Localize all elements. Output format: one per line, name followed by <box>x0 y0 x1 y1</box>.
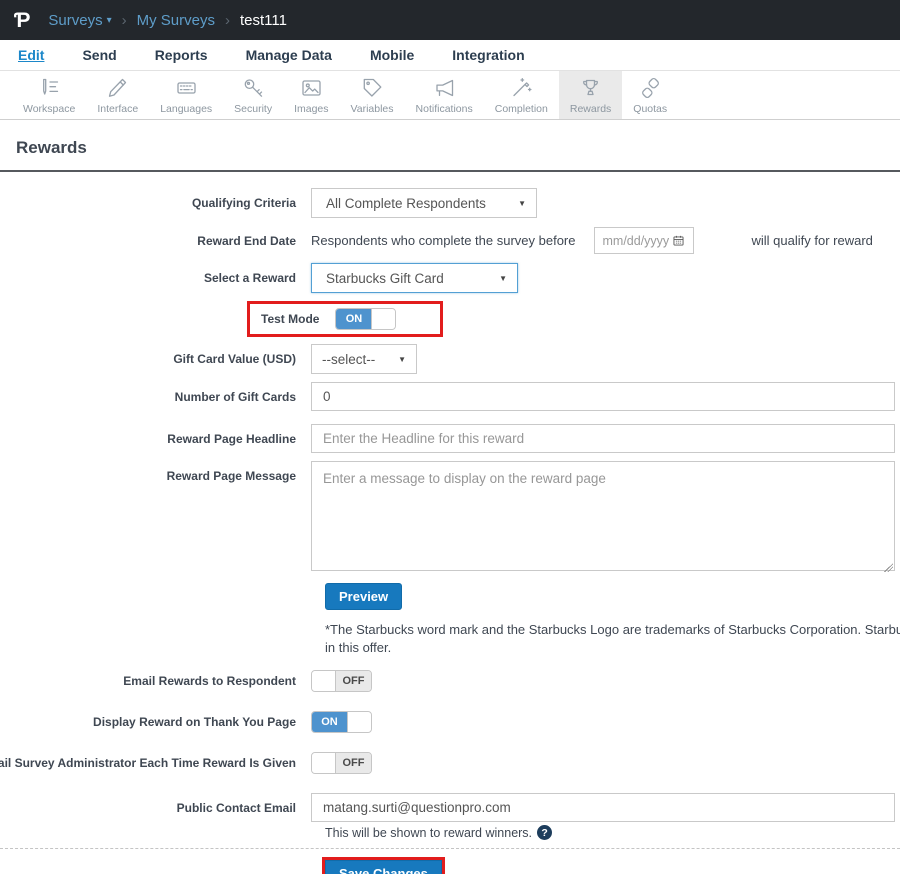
tab-send[interactable]: Send <box>82 47 116 63</box>
rewards-form: Qualifying Criteria All Complete Respond… <box>0 172 900 874</box>
row-qualifying-criteria: Qualifying Criteria All Complete Respond… <box>0 188 900 218</box>
languages-icon <box>177 82 196 94</box>
number-gift-cards-label: Number of Gift Cards <box>174 389 296 404</box>
completion-icon <box>513 78 532 97</box>
row-gift-card-value: Gift Card Value (USD) --select-- ▼ <box>0 344 900 374</box>
breadcrumb-surveys[interactable]: Surveys ▾ <box>48 12 111 29</box>
toolbar-item-security[interactable]: Security <box>223 71 283 119</box>
row-email-admin: Email Survey Administrator Each Time Rew… <box>0 752 900 775</box>
row-test-mode: Test Mode ON <box>0 301 900 337</box>
select-reward-label: Select a Reward <box>203 271 296 285</box>
rewards-icon <box>583 79 599 96</box>
email-rewards-toggle[interactable]: OFF <box>311 670 372 693</box>
reward-headline-label: Reward Page Headline <box>167 431 296 446</box>
test-mode-highlight-box: Test Mode ON <box>247 301 444 337</box>
toolbar-item-workspace[interactable]: Workspace <box>12 71 86 119</box>
qualifying-criteria-label: Qualifying Criteria <box>191 196 296 210</box>
row-display-reward: Display Reward on Thank You Page ON <box>0 711 900 734</box>
security-icon <box>244 79 262 97</box>
notifications-icon <box>435 79 453 97</box>
reward-message-textarea[interactable] <box>311 461 895 571</box>
images-icon <box>302 80 321 96</box>
test-mode-label: Test Mode <box>261 312 320 326</box>
footer-divider <box>0 848 900 850</box>
page-title: Rewards <box>16 138 87 157</box>
row-save: Save Changes <box>322 857 900 874</box>
toolbar-item-completion[interactable]: Completion <box>484 71 559 119</box>
public-email-label: Public Contact Email <box>176 800 296 815</box>
row-number-gift-cards: Number of Gift Cards <box>0 382 900 411</box>
display-reward-toggle[interactable]: ON <box>311 711 372 734</box>
toolbar-item-images[interactable]: Images <box>283 71 339 119</box>
breadcrumb-current-survey: test111 <box>240 11 287 29</box>
toolbar-item-variables[interactable]: Variables <box>340 71 405 119</box>
toolbar-item-languages[interactable]: Languages <box>149 71 223 119</box>
tab-reports[interactable]: Reports <box>155 47 208 63</box>
reward-end-date-label: Reward End Date <box>197 233 296 248</box>
main-nav: Edit Send Reports Manage Data Mobile Int… <box>0 40 900 71</box>
quotas-icon <box>641 77 659 99</box>
calendar-icon <box>672 235 684 246</box>
display-reward-label: Display Reward on Thank You Page <box>93 715 296 730</box>
tab-manage-data[interactable]: Manage Data <box>246 47 332 63</box>
top-header: Ƥ Surveys ▾ › My Surveys › test111 <box>0 0 900 40</box>
save-changes-button[interactable]: Save Changes <box>325 860 442 874</box>
help-icon[interactable]: ? <box>537 825 553 841</box>
workspace-icon <box>42 78 58 95</box>
email-admin-toggle[interactable]: OFF <box>311 752 372 775</box>
test-mode-toggle[interactable]: ON <box>335 308 397 330</box>
toolbar-item-quotas[interactable]: Quotas <box>622 71 678 119</box>
email-rewards-label: Email Rewards to Respondent <box>123 674 296 689</box>
gift-card-value-label: Gift Card Value (USD) <box>173 352 296 366</box>
interface-icon <box>109 78 127 97</box>
select-caret-icon: ▼ <box>398 354 406 364</box>
gift-card-value-select[interactable]: --select-- ▼ <box>311 344 417 374</box>
select-reward-select[interactable]: Starbucks Gift Card ▼ <box>311 263 518 293</box>
toolbar-item-notifications[interactable]: Notifications <box>405 71 484 119</box>
starbucks-disclaimer-text: *The Starbucks word mark and the Starbuc… <box>325 622 900 655</box>
edit-sub-toolbar: Workspace Interface Languages Security I… <box>0 71 900 120</box>
public-email-help-text: This will be shown to reward winners. <box>325 825 533 840</box>
chevron-down-icon: ▾ <box>106 14 112 26</box>
breadcrumb-my-surveys[interactable]: My Surveys <box>137 12 215 29</box>
number-gift-cards-input[interactable] <box>311 382 895 411</box>
variables-icon <box>363 78 381 97</box>
row-preview: Preview <box>0 583 900 610</box>
reward-headline-input[interactable] <box>311 424 895 453</box>
tab-integration[interactable]: Integration <box>452 47 524 63</box>
tab-mobile[interactable]: Mobile <box>370 47 414 63</box>
questionpro-logo-icon[interactable]: Ƥ <box>14 10 30 31</box>
end-date-suffix-text: will qualify for reward <box>751 233 873 248</box>
select-caret-icon: ▼ <box>518 198 526 208</box>
breadcrumb-separator-icon: › <box>225 11 230 29</box>
row-reward-headline: Reward Page Headline <box>0 424 900 453</box>
row-select-reward: Select a Reward Starbucks Gift Card ▼ <box>0 263 900 293</box>
preview-button[interactable]: Preview <box>325 583 403 610</box>
reward-end-date-input[interactable]: mm/dd/yyyy <box>593 227 694 254</box>
tab-edit[interactable]: Edit <box>18 47 44 63</box>
breadcrumb: Surveys ▾ › My Surveys › test111 <box>48 12 287 29</box>
row-email-rewards: Email Rewards to Respondent OFF <box>0 670 900 693</box>
end-date-prefix-text: Respondents who complete the survey befo… <box>311 233 576 248</box>
breadcrumb-separator-icon: › <box>121 11 127 29</box>
reward-message-label: Reward Page Message <box>166 469 296 483</box>
public-email-help: This will be shown to reward winners. ? <box>325 825 900 841</box>
save-highlight-box: Save Changes <box>322 857 445 874</box>
qualifying-criteria-select[interactable]: All Complete Respondents ▼ <box>311 188 537 218</box>
row-reward-message: Reward Page Message <box>0 461 900 576</box>
select-caret-icon: ▼ <box>499 273 507 283</box>
row-public-email: Public Contact Email <box>0 793 900 823</box>
email-admin-label: Email Survey Administrator Each Time Rew… <box>0 756 296 771</box>
row-reward-end-date: Reward End Date Respondents who complete… <box>0 227 900 254</box>
toolbar-item-rewards[interactable]: Rewards <box>558 71 623 119</box>
toolbar-item-interface[interactable]: Interface <box>86 71 149 119</box>
public-email-input[interactable] <box>311 793 895 823</box>
